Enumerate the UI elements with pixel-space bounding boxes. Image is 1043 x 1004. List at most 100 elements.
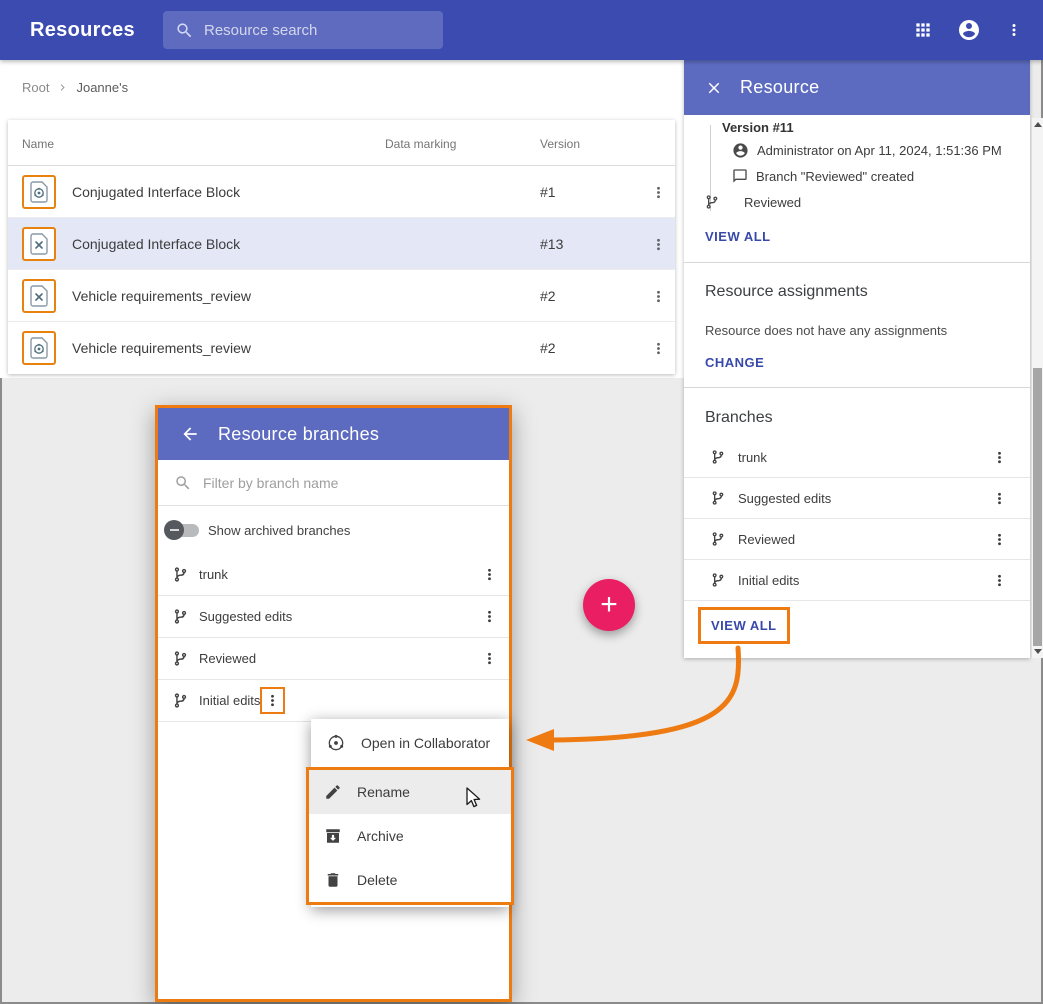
divider <box>684 262 1030 263</box>
branch-icon <box>710 572 726 588</box>
branch-icon <box>704 194 720 210</box>
history-event-text: Administrator on Apr 11, 2024, 1:51:36 P… <box>757 143 1002 158</box>
account-icon <box>732 142 749 159</box>
apps-grid-icon[interactable] <box>913 20 933 40</box>
resource-detail-panel: Resource Version #11 Administrator on Ap… <box>684 60 1030 658</box>
resource-table: Name Data marking Version Conjugated Int… <box>8 120 675 374</box>
branches-view-all-highlight: VIEW ALL <box>698 607 790 644</box>
resource-version: #2 <box>540 288 556 304</box>
show-archived-toggle[interactable] <box>164 520 200 540</box>
pencil-icon <box>324 783 342 801</box>
comment-icon <box>732 168 748 184</box>
branch-icon <box>710 449 726 465</box>
menu-item-archive[interactable]: Archive <box>309 814 511 858</box>
resource-version: #13 <box>540 236 563 252</box>
topbar-actions <box>913 18 1023 42</box>
branch-more-vertical-icon[interactable] <box>478 647 501 670</box>
dialog-branch-row-trunk[interactable]: trunk <box>158 554 509 596</box>
account-icon[interactable] <box>957 18 981 42</box>
branch-name: Reviewed <box>199 651 256 666</box>
annotation-arrow <box>518 640 778 765</box>
branch-name: trunk <box>738 450 767 465</box>
scroll-down-arrow[interactable] <box>1032 645 1043 658</box>
branch-more-vertical-icon[interactable] <box>478 605 501 628</box>
resource-search[interactable] <box>163 11 443 49</box>
row-more-vertical-icon[interactable] <box>646 232 670 256</box>
history-event: Reviewed <box>704 194 801 210</box>
branch-more-vertical-icon[interactable] <box>991 572 1008 589</box>
branch-more-vertical-icon[interactable] <box>991 490 1008 507</box>
branch-filter-input[interactable] <box>203 475 493 491</box>
close-icon[interactable] <box>705 79 723 97</box>
menu-item-label: Archive <box>357 828 404 844</box>
more-vertical-icon[interactable] <box>1005 21 1023 39</box>
table-row[interactable]: Conjugated Interface Block #1 <box>8 166 675 218</box>
resource-name: Vehicle requirements_review <box>72 288 251 304</box>
table-row[interactable]: Vehicle requirements_review #2 <box>8 322 675 374</box>
branch-row-suggested-edits[interactable]: Suggested edits <box>684 478 1030 519</box>
app-title: Resources <box>30 19 135 42</box>
menu-item-label: Rename <box>357 784 410 800</box>
menu-item-delete[interactable]: Delete <box>309 858 511 902</box>
resource-panel-body: Version #11 Administrator on Apr 11, 202… <box>684 115 1030 658</box>
panel-title: Resource <box>740 77 819 98</box>
branch-row-trunk[interactable]: trunk <box>684 437 1030 478</box>
menu-item-rename[interactable]: Rename <box>309 770 511 814</box>
branches-view-all-link[interactable]: VIEW ALL <box>711 618 777 633</box>
add-resource-fab[interactable]: + <box>583 579 635 631</box>
table-row[interactable]: Vehicle requirements_review #2 <box>8 270 675 322</box>
branch-row-reviewed[interactable]: Reviewed <box>684 519 1030 560</box>
branch-name: Suggested edits <box>199 609 292 624</box>
breadcrumb-root[interactable]: Root <box>22 80 49 95</box>
back-arrow-icon[interactable] <box>180 424 200 444</box>
resource-search-input[interactable] <box>204 22 431 39</box>
branch-name: Reviewed <box>738 532 795 547</box>
dialog-header: Resource branches <box>158 408 509 460</box>
branch-more-vertical-icon[interactable] <box>478 563 501 586</box>
table-row-selected[interactable]: Conjugated Interface Block #13 <box>8 218 675 270</box>
menu-group-highlight: Rename Archive Delete <box>306 767 514 905</box>
table-header: Name Data marking Version <box>8 120 675 166</box>
breadcrumb: Root Joanne's <box>22 80 128 95</box>
kebab-highlight-box <box>260 687 285 714</box>
version-label: Version #11 <box>722 120 794 135</box>
branch-name: Initial edits <box>738 573 799 588</box>
column-header-data-marking: Data marking <box>385 137 456 151</box>
resource-name: Vehicle requirements_review <box>72 340 251 356</box>
chevron-right-icon <box>56 81 69 94</box>
row-more-vertical-icon[interactable] <box>646 336 670 360</box>
branch-icon <box>710 531 726 547</box>
branch-more-vertical-icon[interactable] <box>991 449 1008 466</box>
document-icon <box>22 227 56 261</box>
branch-more-vertical-icon[interactable] <box>264 692 281 709</box>
branch-icon <box>172 650 189 667</box>
dialog-branch-row-reviewed[interactable]: Reviewed <box>158 638 509 680</box>
dialog-branch-row-initial-edits[interactable]: Initial edits <box>158 680 509 722</box>
branches-title: Branches <box>705 409 773 427</box>
scrollbar-thumb[interactable] <box>1033 368 1042 646</box>
resource-panel-header: Resource <box>684 60 1030 115</box>
branch-name: Initial edits <box>199 693 260 708</box>
top-app-bar: Resources <box>0 0 1043 60</box>
search-icon <box>175 21 194 40</box>
branch-more-vertical-icon[interactable] <box>991 531 1008 548</box>
row-more-vertical-icon[interactable] <box>646 284 670 308</box>
branch-row-initial-edits[interactable]: Initial edits <box>684 560 1030 601</box>
row-more-vertical-icon[interactable] <box>646 180 670 204</box>
interface-block-icon <box>22 175 56 209</box>
dialog-branch-row-suggested-edits[interactable]: Suggested edits <box>158 596 509 638</box>
branch-filter[interactable] <box>158 460 509 506</box>
archive-icon <box>324 827 342 845</box>
vertical-scrollbar[interactable] <box>1031 118 1043 658</box>
scroll-up-arrow[interactable] <box>1032 118 1043 131</box>
menu-item-open-in-collaborator[interactable]: Open in Collaborator <box>311 721 509 765</box>
show-archived-label: Show archived branches <box>208 523 350 538</box>
app-window: Resources Root Joanne's <box>0 0 1043 1004</box>
history-view-all-link[interactable]: VIEW ALL <box>705 229 771 244</box>
assignments-change-link[interactable]: CHANGE <box>705 355 764 370</box>
divider <box>684 387 1030 388</box>
resource-version: #2 <box>540 340 556 356</box>
breadcrumb-current[interactable]: Joanne's <box>76 80 128 95</box>
collaborator-icon <box>326 733 346 753</box>
branch-icon <box>172 692 189 709</box>
